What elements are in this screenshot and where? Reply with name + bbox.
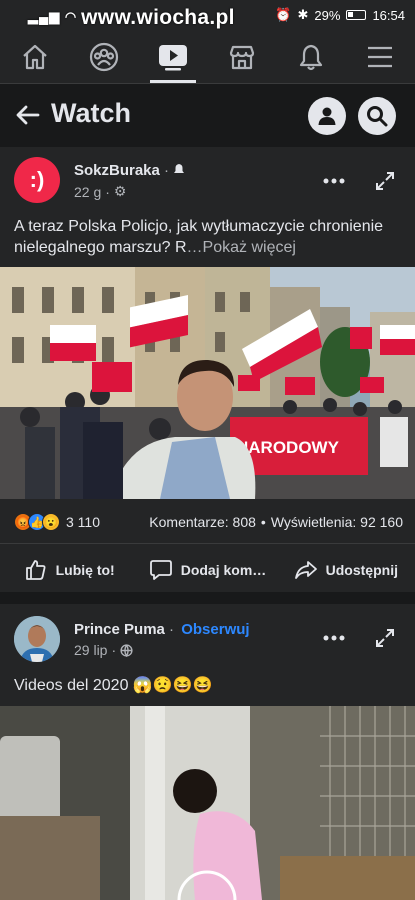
gear-icon: ⚙	[113, 183, 127, 199]
person-icon	[318, 107, 336, 125]
post-time: 29 lip	[74, 642, 108, 658]
action-bar: Lubię to! Dodaj kom… Udostępnij	[0, 543, 415, 595]
status-right: ⏰ ✱ 29% 16:54	[275, 7, 405, 23]
tab-notifications[interactable]	[277, 30, 346, 83]
menu-icon	[368, 46, 393, 67]
reactions[interactable]: 😡 👍 😮	[14, 513, 60, 531]
clock: 16:54	[372, 7, 405, 23]
post-author[interactable]: SokzBuraka ·	[74, 162, 185, 179]
avatar[interactable]: :)	[14, 157, 60, 203]
show-more-link[interactable]: …Pokaż więcej	[187, 239, 296, 256]
battery-percent: 29%	[314, 7, 341, 23]
post-meta: 22 g · ⚙	[74, 183, 127, 200]
tab-watch[interactable]	[138, 30, 207, 83]
avatar-photo	[14, 616, 60, 662]
more-options-icon[interactable]	[323, 178, 345, 184]
top-nav	[0, 30, 415, 84]
post-card: Prince Puma · Obserwuj 29 lip · Videos d…	[0, 604, 415, 900]
watch-header: Watch	[0, 85, 415, 147]
globe-icon	[120, 643, 133, 657]
video-player[interactable]	[0, 706, 415, 900]
search-icon	[367, 106, 388, 127]
watermark: ▂▄▆ ◠ www.wiocha.pl	[28, 6, 235, 29]
groups-icon	[89, 42, 118, 71]
post-meta: 29 lip ·	[74, 642, 133, 658]
alarm-icon: ⏰	[275, 7, 292, 22]
expand-icon[interactable]	[375, 171, 395, 191]
reaction-count: 3 110	[66, 514, 100, 530]
post-stats: 😡 👍 😮 3 110 Komentarze: 808 • Wyświetlen…	[14, 513, 403, 531]
tab-menu[interactable]	[346, 30, 415, 83]
post-text: A teraz Polska Policjo, jak wytłumaczyci…	[14, 218, 384, 256]
status-bar: ▂▄▆ ◠ www.wiocha.pl ⏰ ✱ 29% 16:54	[0, 0, 415, 30]
tab-groups[interactable]	[69, 30, 138, 83]
post-text: Videos del 2020 😱😟😆😆	[14, 677, 213, 694]
bell-icon	[300, 44, 323, 70]
search-button[interactable]	[358, 97, 396, 135]
like-button[interactable]: Lubię to!	[0, 544, 138, 595]
thumbs-up-icon	[25, 559, 46, 580]
bell-small-icon	[174, 164, 185, 173]
more-options-icon[interactable]	[323, 635, 345, 641]
video-player[interactable]: NARODOWY	[0, 267, 415, 499]
home-icon	[22, 44, 47, 69]
follow-button[interactable]: Obserwuj	[181, 621, 249, 638]
comment-count[interactable]: Komentarze: 808	[149, 514, 256, 530]
marketplace-icon	[229, 45, 255, 69]
battery-icon	[346, 10, 367, 20]
signal-icon: ▂▄▆ ◠	[28, 9, 78, 24]
comment-icon	[149, 559, 172, 580]
view-count: Wyświetlenia: 92 160	[270, 514, 403, 530]
avatar-glyph: :)	[29, 167, 45, 192]
child-head	[173, 769, 217, 813]
post-card: :) SokzBuraka · 22 g · ⚙ A teraz Polska …	[0, 147, 415, 592]
tab-marketplace[interactable]	[208, 30, 277, 83]
avatar[interactable]	[14, 616, 60, 662]
comment-button[interactable]: Dodaj kom…	[138, 544, 276, 595]
share-icon	[294, 560, 317, 579]
share-button[interactable]: Udostępnij	[277, 544, 415, 595]
wow-icon: 😮	[42, 513, 60, 531]
back-arrow-icon[interactable]	[14, 101, 42, 129]
watch-icon	[158, 44, 187, 70]
post-author[interactable]: Prince Puma · Obserwuj	[74, 621, 250, 638]
expand-icon[interactable]	[375, 628, 395, 648]
profile-button[interactable]	[308, 97, 346, 135]
banner-text: NARODOWY	[236, 438, 340, 457]
post-time: 22 g	[74, 183, 102, 200]
bluetooth-icon: ✱	[297, 7, 309, 22]
tab-home[interactable]	[0, 30, 69, 83]
page-title: Watch	[51, 98, 131, 128]
